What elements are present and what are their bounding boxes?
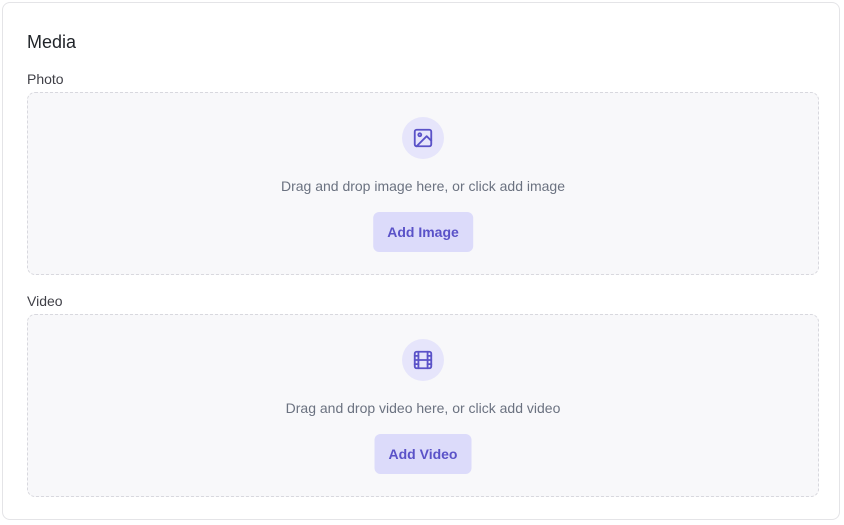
- photo-dropzone[interactable]: Drag and drop image here, or click add i…: [27, 92, 819, 275]
- film-icon: [413, 350, 433, 370]
- section-title: Media: [27, 32, 77, 52]
- media-card: Media Photo Drag and drop image here, or…: [2, 2, 840, 520]
- video-icon-circle: [402, 339, 444, 381]
- photo-instruction: Drag and drop image here, or click add i…: [280, 178, 566, 194]
- add-image-button[interactable]: Add Image: [373, 212, 473, 252]
- photo-icon-circle: [402, 117, 444, 159]
- image-icon: [413, 128, 433, 148]
- add-video-button[interactable]: Add Video: [374, 434, 472, 474]
- video-dropzone[interactable]: Drag and drop video here, or click add v…: [27, 314, 819, 497]
- photo-label: Photo: [27, 71, 64, 87]
- video-label: Video: [27, 293, 63, 309]
- video-instruction: Drag and drop video here, or click add v…: [285, 400, 561, 416]
